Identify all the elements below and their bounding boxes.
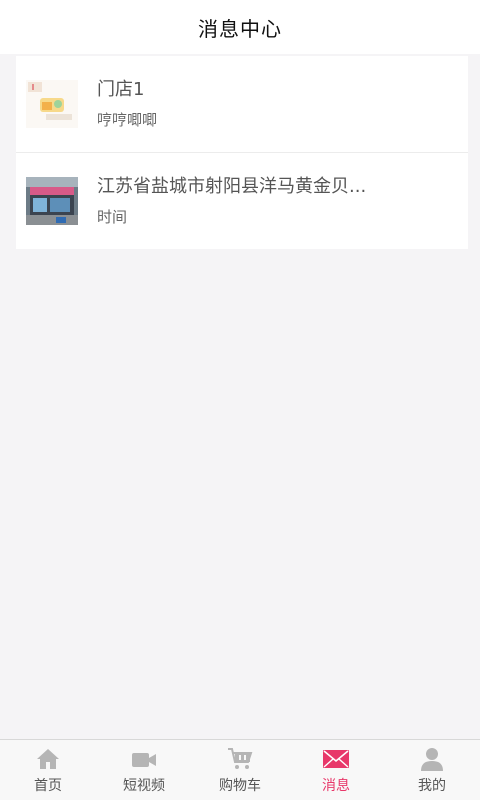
- tab-label: 首页: [34, 778, 62, 794]
- message-title: 门店1: [97, 79, 145, 100]
- tab-label: 购物车: [219, 778, 261, 794]
- message-list: 门店1 哼哼唧唧 江苏省盐城市射阳县洋马黄金贝... 时间: [16, 56, 468, 249]
- page-title: 消息中心: [198, 16, 282, 41]
- message-subtitle: 时间: [97, 208, 128, 226]
- tab-short-video[interactable]: 短视频: [96, 740, 192, 800]
- tab-shopping-cart[interactable]: 购物车: [192, 740, 288, 800]
- message-title: 江苏省盐城市射阳县洋马黄金贝...: [97, 176, 367, 197]
- message-subtitle: 哼哼唧唧: [97, 111, 158, 129]
- store-thumbnail: [26, 177, 78, 225]
- top-bar: 消息中心: [0, 0, 480, 54]
- bottom-tab-bar: 首页 短视频 购物车 消息 我的: [0, 739, 480, 800]
- envelope-icon: [322, 746, 350, 772]
- message-item[interactable]: 门店1 哼哼唧唧: [16, 56, 468, 152]
- user-icon: [418, 746, 446, 772]
- shopping-cart-icon: [226, 746, 254, 772]
- video-camera-icon: [130, 746, 158, 772]
- tab-mine[interactable]: 我的: [384, 740, 480, 800]
- tab-label: 短视频: [123, 778, 165, 794]
- tab-label: 消息: [322, 778, 350, 794]
- tab-label: 我的: [418, 778, 446, 794]
- tab-messages[interactable]: 消息: [288, 740, 384, 800]
- message-item[interactable]: 江苏省盐城市射阳县洋马黄金贝... 时间: [16, 152, 468, 249]
- tab-home[interactable]: 首页: [0, 740, 96, 800]
- home-icon: [34, 746, 62, 772]
- store-thumbnail: [26, 80, 78, 128]
